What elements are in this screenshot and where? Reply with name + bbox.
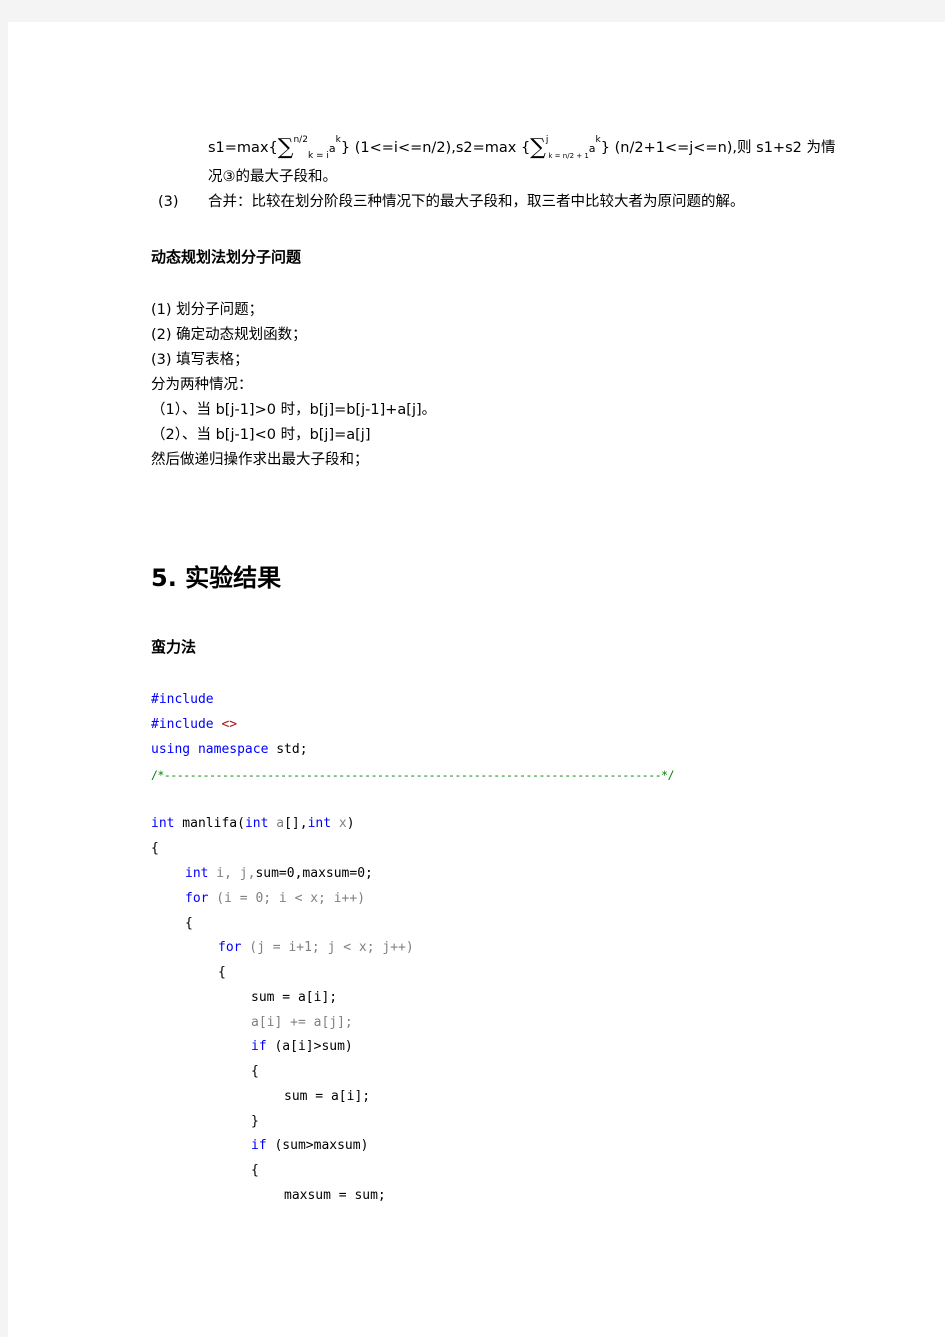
- code-statement: a[i] += a[j];: [251, 1015, 353, 1030]
- code-brace: {: [251, 1163, 259, 1178]
- dp-heading: 动态规划法划分子问题: [151, 248, 302, 266]
- code-statement: maxsum = sum;: [284, 1188, 386, 1203]
- code-brace: {: [185, 916, 193, 931]
- code-keyword: using namespace: [151, 742, 269, 757]
- formula-tail: 则 s1+s2 为情: [737, 140, 836, 156]
- step3-text: 合并：比较在划分阶段三种情况下的最大子段和，取三者中比较大者为原问题的解。: [208, 194, 745, 210]
- formula-close-brace: }: [600, 140, 610, 156]
- sum1-term-exponent: k: [335, 135, 341, 145]
- code-vars: i, j,: [208, 866, 256, 881]
- formula-range1: (1<=i<=n/2),: [354, 140, 456, 156]
- code-keyword: if: [251, 1138, 267, 1153]
- code-keyword: int: [185, 866, 209, 881]
- sum2-term-exponent: k: [595, 135, 601, 145]
- dp-line: （2）、当 b[j-1]<0 时，b[j]=a[j]: [151, 427, 371, 443]
- formula-range2: (n/2+1<=j<=n),: [614, 140, 738, 156]
- code-line: for (i = 0; i < x; i++): [185, 890, 365, 908]
- code-brace: {: [218, 965, 226, 980]
- dp-line: （1）、当 b[j-1]>0 时，b[j]=b[j-1]+a[j]。: [151, 402, 437, 418]
- code-function-name: manlifa(: [174, 816, 245, 831]
- sum1-term: a: [328, 142, 336, 155]
- code-text: [],: [284, 816, 308, 831]
- formula-s2-prefix: s2=max {: [455, 140, 531, 156]
- code-include: #include: [151, 692, 214, 707]
- code-line: if (a[i]>sum): [251, 1038, 353, 1056]
- code-keyword: int: [151, 816, 175, 831]
- code-text: sum=0,maxsum=0;: [255, 866, 373, 881]
- sigma-symbol: ∑: [530, 135, 546, 160]
- formula-line: s1=max{∑n/2k = iak} (1<=i<=n/2),s2=max {…: [208, 135, 836, 161]
- code-param: x: [331, 816, 347, 831]
- code-statement: sum = a[i];: [251, 990, 338, 1005]
- code-line: int manlifa(int a[],int x): [151, 815, 355, 833]
- code-line: int i, j,sum=0,maxsum=0;: [185, 865, 373, 883]
- dp-line: (3) 填写表格；: [151, 352, 249, 368]
- code-line: using namespace std;: [151, 741, 308, 759]
- code-statement: sum = a[i];: [284, 1089, 371, 1104]
- code-text: (j = i+1; j < x; j++): [241, 940, 414, 955]
- sum2-lower-limit: k = n/2 + 1: [548, 152, 589, 160]
- code-brace: {: [151, 841, 159, 856]
- dp-line: (2) 确定动态规划函数；: [151, 327, 307, 343]
- step3-number: (3): [158, 194, 179, 210]
- code-text: std;: [268, 742, 308, 757]
- dp-line: 分为两种情况：: [151, 377, 253, 393]
- code-line: #include <>: [151, 716, 237, 734]
- code-line: for (j = i+1; j < x; j++): [218, 939, 414, 957]
- code-brace: {: [251, 1064, 259, 1079]
- code-keyword: for: [218, 940, 242, 955]
- code-comment: /*--------------------------------------…: [151, 768, 675, 782]
- sum1-upper-limit: n/2: [293, 135, 308, 145]
- sigma-symbol: ∑: [277, 135, 294, 160]
- code-line: #include: [151, 691, 214, 709]
- code-brace: }: [251, 1114, 259, 1129]
- formula-s1-prefix: s1=max{: [208, 140, 278, 156]
- code-keyword: for: [185, 891, 209, 906]
- code-keyword: int: [244, 816, 269, 831]
- code-line: if (sum>maxsum): [251, 1137, 368, 1155]
- formula-continuation: 况③的最大子段和。: [208, 169, 337, 185]
- dp-line: (1) 划分子问题；: [151, 302, 264, 318]
- code-param: a: [268, 816, 285, 831]
- sum2-upper-limit: j: [545, 135, 549, 145]
- formula-close-brace: }: [340, 140, 351, 156]
- dp-line: 然后做递归操作求出最大子段和；: [151, 452, 369, 468]
- code-include-arg: <>: [221, 717, 238, 732]
- code-text: ): [346, 816, 355, 831]
- code-include: #include: [151, 717, 214, 732]
- results-heading: 5. 实验结果: [151, 564, 282, 592]
- code-text: (a[i]>sum): [266, 1039, 353, 1054]
- code-text: (sum>maxsum): [266, 1138, 369, 1153]
- brute-force-heading: 蛮力法: [151, 638, 197, 656]
- sum2-term: a: [588, 142, 596, 155]
- code-text: (i = 0; i < x; i++): [208, 891, 366, 906]
- document-page: s1=max{∑n/2k = iak} (1<=i<=n/2),s2=max {…: [8, 22, 945, 1337]
- code-keyword: int: [307, 816, 332, 831]
- code-keyword: if: [251, 1039, 267, 1054]
- sum1-lower-limit: k = i: [307, 151, 329, 161]
